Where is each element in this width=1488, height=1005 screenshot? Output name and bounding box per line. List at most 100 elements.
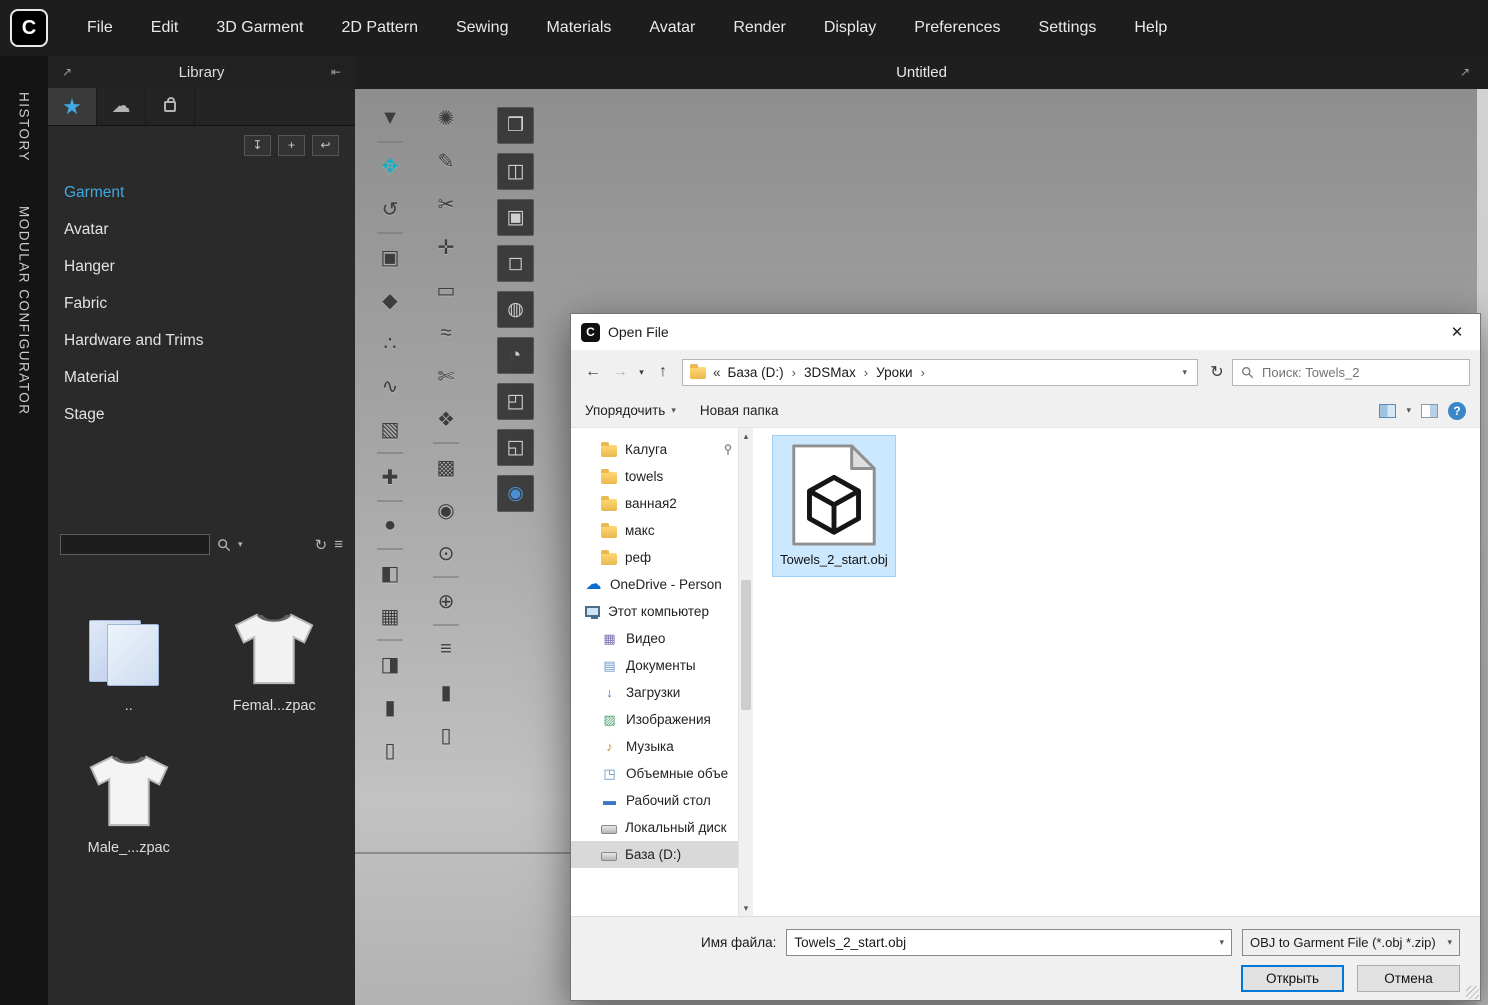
library-item-male-garment[interactable]: Male_...zpac [63, 738, 195, 856]
tree-item[interactable]: OneDrive - Person [571, 571, 738, 598]
file-list[interactable]: Towels_2_start.obj [753, 428, 1480, 916]
scrollbar-track[interactable] [739, 443, 753, 901]
button-tool[interactable]: ◉ [431, 495, 461, 525]
tree-item[interactable]: Объемные объе [571, 760, 738, 787]
search-icon[interactable] [217, 538, 231, 552]
menu-item[interactable]: Edit [132, 0, 198, 56]
tree-scrollbar[interactable]: ▴ ▾ [738, 428, 753, 916]
chevron-down-icon[interactable]: ▾ [1447, 937, 1452, 948]
menu-item[interactable]: Materials [527, 0, 630, 56]
menu-item[interactable]: Avatar [630, 0, 714, 56]
menu-item[interactable]: Display [805, 0, 895, 56]
menu-item[interactable]: Settings [1020, 0, 1116, 56]
tree-item[interactable]: реф [571, 544, 738, 571]
show-garment-alt-toggle[interactable]: ◻ [497, 245, 534, 282]
filetype-combobox[interactable]: OBJ to Garment File (*.obj *.zip) ▾ [1242, 929, 1460, 956]
forward-button[interactable]: → [608, 359, 632, 385]
tree-item[interactable]: Этот компьютер [571, 598, 738, 625]
menu-item[interactable]: 3D Garment [197, 0, 322, 56]
breadcrumb-segment[interactable]: База (D:)› [726, 365, 803, 380]
tab-favorites[interactable]: ★ [48, 88, 97, 125]
tree-item[interactable]: макс [571, 517, 738, 544]
chevron-down-icon[interactable]: ▾ [1219, 937, 1224, 948]
organize-menu[interactable]: Упорядочить ▾ [585, 403, 676, 418]
menu-item[interactable]: File [68, 0, 132, 56]
refresh-icon[interactable]: ↻ [315, 536, 328, 554]
breadcrumb[interactable]: « База (D:)›3DSMax›Уроки› ▾ [682, 359, 1198, 386]
tree-item[interactable]: База (D:) [571, 841, 738, 868]
stitch-tool[interactable]: ≈ [431, 318, 461, 348]
menu-item[interactable]: Render [714, 0, 804, 56]
up-button[interactable]: ↑ [651, 359, 675, 385]
breadcrumb-dropdown-icon[interactable]: ▾ [1179, 367, 1190, 378]
mannequin-b-tool[interactable]: ▯ [375, 735, 405, 765]
tree-item[interactable]: Загрузки [571, 679, 738, 706]
back-button[interactable]: ↩ [312, 135, 339, 156]
texture-checker-tool[interactable]: ▩ [431, 452, 461, 482]
uv-box-tool[interactable]: ▦ [375, 601, 405, 631]
tool-icon[interactable] [377, 500, 403, 502]
chevron-down-icon[interactable]: ▾ [238, 539, 243, 550]
pin-box-tool[interactable]: ▣ [375, 242, 405, 272]
view-dropdown-icon[interactable]: ▾ [1406, 405, 1411, 416]
menu-item[interactable]: Sewing [437, 0, 527, 56]
dialog-search-box[interactable] [1232, 359, 1470, 386]
menu-item[interactable]: Help [1115, 0, 1186, 56]
tree-item[interactable]: Документы [571, 652, 738, 679]
file-item[interactable]: Towels_2_start.obj [773, 436, 895, 576]
back-button[interactable]: ← [581, 359, 605, 385]
tool-icon[interactable] [433, 576, 459, 578]
show-mannequin-toggle[interactable]: ◱ [497, 429, 534, 466]
show-cloth-toggle[interactable]: ◰ [497, 383, 534, 420]
library-category[interactable]: Avatar [64, 211, 355, 248]
needle-tool[interactable]: ✚ [375, 462, 405, 492]
list-view-icon[interactable]: ≡ [334, 536, 343, 553]
arrow-down-tool[interactable]: ▼ [375, 103, 405, 133]
pose-edit-tool[interactable]: ✎ [431, 146, 461, 176]
modular-configurator-tab[interactable]: MODULAR CONFIGURATOR [17, 206, 32, 416]
breadcrumb-segment[interactable]: 3DSMax› [802, 365, 874, 380]
chevron-right-icon[interactable]: › [915, 365, 931, 380]
sphere-gizmo-tool[interactable]: ● [375, 510, 405, 540]
fold-garment-tool[interactable]: ◨ [375, 649, 405, 679]
library-item-parent-folder[interactable]: .. [63, 596, 195, 714]
close-button[interactable]: ✕ [1434, 314, 1480, 350]
tree-item[interactable]: Видео [571, 625, 738, 652]
scrollbar-thumb[interactable] [741, 580, 751, 710]
history-panel-tab[interactable]: HISTORY [17, 92, 32, 162]
tab-store[interactable] [146, 88, 195, 125]
new-folder-button[interactable]: Новая папка [700, 403, 779, 418]
tree-item[interactable]: Локальный диск [571, 814, 738, 841]
scroll-up-icon[interactable]: ▴ [744, 429, 749, 443]
dialog-search-input[interactable] [1260, 364, 1461, 381]
pin-cushion-tool[interactable]: ❖ [431, 404, 461, 434]
buttonhole-tool[interactable]: ⊙ [431, 538, 461, 568]
scissors-tool[interactable]: ✂ [431, 189, 461, 219]
walk-avatar-tool[interactable]: ✺ [431, 103, 461, 133]
library-category[interactable]: Hanger [64, 248, 355, 285]
help-button[interactable]: ? [1448, 402, 1466, 420]
library-search-input[interactable] [60, 534, 210, 555]
open-button[interactable]: Открыть [1241, 965, 1344, 992]
library-category[interactable]: Hardware and Trims [64, 322, 355, 359]
tool-icon[interactable] [433, 624, 459, 626]
menu-item[interactable]: 2D Pattern [323, 0, 437, 56]
library-category[interactable]: Fabric [64, 285, 355, 322]
flatten-tool[interactable]: ◧ [375, 558, 405, 588]
tree-item[interactable]: Калуга [571, 436, 738, 463]
thumbnail-view-icon[interactable] [1379, 404, 1396, 418]
pin-tool[interactable]: ◆ [375, 285, 405, 315]
scroll-down-icon[interactable]: ▾ [744, 901, 749, 915]
mode-3d-window[interactable]: ❒ [497, 107, 534, 144]
mode-garment-window[interactable]: ◫ [497, 153, 534, 190]
filename-combobox[interactable]: Towels_2_start.obj ▾ [786, 929, 1232, 956]
breadcrumb-segment[interactable]: Уроки› [874, 365, 931, 380]
breadcrumb-overflow-icon[interactable]: « [713, 365, 721, 380]
sewing-pin-tool[interactable]: ✛ [431, 232, 461, 262]
menu-item[interactable]: Preferences [895, 0, 1019, 56]
fit-to-avatar-tool[interactable]: ▧ [375, 414, 405, 444]
point-edit-tool[interactable]: ∴ [375, 328, 405, 358]
tool-icon[interactable] [433, 442, 459, 444]
zipper-tool[interactable]: ≡ [431, 634, 461, 664]
refresh-button[interactable]: ↻ [1205, 359, 1229, 385]
